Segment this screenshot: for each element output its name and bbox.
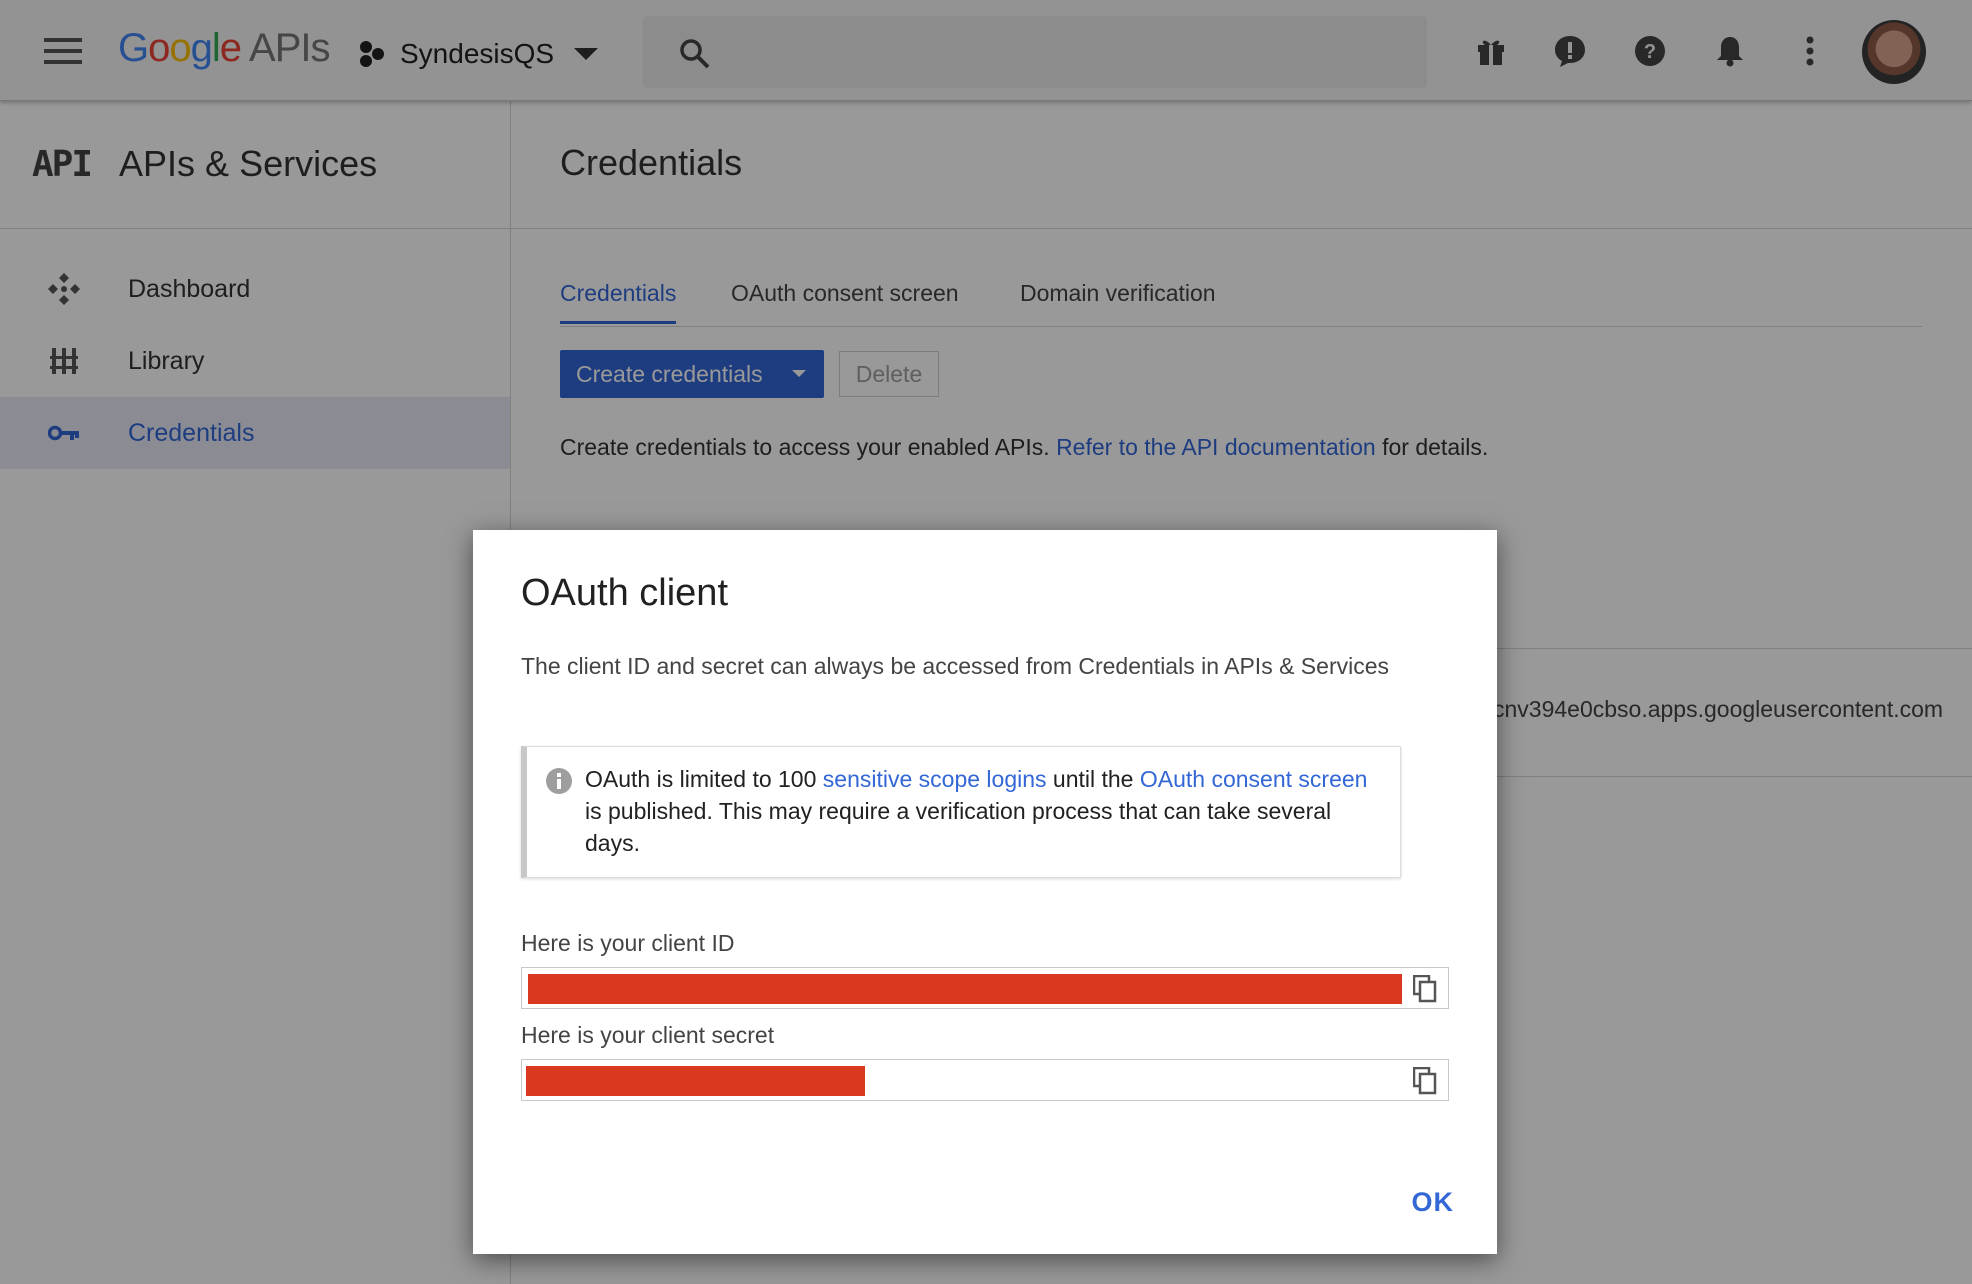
- sensitive-scope-logins-link[interactable]: sensitive scope logins: [823, 766, 1047, 792]
- ok-button[interactable]: OK: [1412, 1187, 1455, 1218]
- dialog-title: OAuth client: [521, 572, 728, 614]
- copy-client-secret-icon[interactable]: [1410, 1066, 1440, 1096]
- client-secret-field[interactable]: [521, 1059, 1449, 1101]
- client-id-label: Here is your client ID: [521, 930, 735, 956]
- notice-text-part: until the: [1046, 766, 1140, 792]
- client-id-redacted-value: [528, 974, 1402, 1004]
- client-secret-label: Here is your client secret: [521, 1022, 775, 1048]
- oauth-client-dialog: OAuth client The client ID and secret ca…: [473, 530, 1497, 1254]
- client-secret-redacted-value: [526, 1066, 865, 1096]
- notice-text: OAuth is limited to 100 sensitive scope …: [585, 763, 1385, 859]
- dialog-description: The client ID and secret can always be a…: [521, 653, 1390, 679]
- info-icon: [545, 767, 573, 800]
- notice-text-part: is published. This may require a verific…: [585, 798, 1332, 856]
- copy-client-id-icon[interactable]: [1410, 974, 1440, 1004]
- oauth-consent-screen-link[interactable]: OAuth consent screen: [1140, 766, 1368, 792]
- oauth-limit-notice: OAuth is limited to 100 sensitive scope …: [521, 746, 1401, 878]
- client-id-field[interactable]: [521, 967, 1449, 1009]
- notice-text-part: OAuth is limited to 100: [585, 766, 823, 792]
